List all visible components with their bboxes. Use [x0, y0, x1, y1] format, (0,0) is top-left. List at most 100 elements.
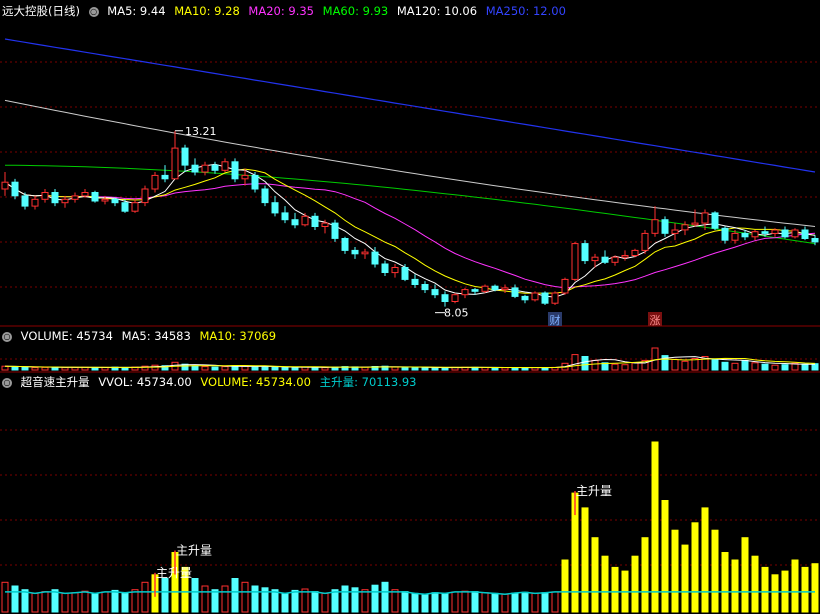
- collapse-icon[interactable]: ○: [2, 331, 12, 342]
- indicator-bar: [241, 581, 249, 613]
- candle-body: [601, 256, 609, 263]
- indicator-bar: [471, 591, 479, 613]
- indicator-bar: [91, 592, 99, 613]
- candle-body: [271, 202, 279, 214]
- indicator-bar: [701, 507, 709, 613]
- indicator-bar: [561, 559, 569, 613]
- candle-body: [321, 222, 329, 228]
- candle-body: [711, 212, 719, 229]
- indicator-zsl: 主升量: 70113.93: [319, 375, 417, 389]
- volume-bar: [781, 364, 789, 371]
- volume-bar: [571, 354, 579, 371]
- indicator-bar: [281, 592, 289, 613]
- event-marker-label: 涨: [650, 314, 661, 327]
- indicator-bar: [161, 578, 169, 613]
- indicator-bar: [461, 590, 469, 613]
- signal-label: 主升量: [176, 544, 212, 558]
- candle-body: [811, 238, 819, 243]
- candle-body: [591, 256, 599, 262]
- ma20-legend: MA20: 9.35: [248, 4, 314, 18]
- indicator-bar: [711, 529, 719, 613]
- indicator-bar: [201, 585, 209, 613]
- candle-body: [651, 219, 659, 234]
- volume-bar: [731, 362, 739, 371]
- indicator-bar: [61, 592, 69, 613]
- indicator-bar: [131, 589, 139, 613]
- indicator-bar: [381, 581, 389, 613]
- candle-body: [551, 292, 559, 304]
- volume-bar: [321, 367, 329, 371]
- volume-bar: [631, 362, 639, 371]
- indicator-bar: [721, 552, 729, 613]
- candle-body: [111, 198, 119, 204]
- indicator-bar: [501, 593, 509, 613]
- candle-body: [61, 198, 69, 204]
- candle-body: [41, 192, 49, 200]
- volume-bar: [41, 366, 49, 371]
- volume-bar: [741, 359, 749, 371]
- candle-body: [671, 229, 679, 234]
- indicator-bar: [421, 593, 429, 613]
- indicator-bar: [541, 592, 549, 613]
- candle-body: [621, 255, 629, 258]
- candle-body: [261, 188, 269, 204]
- candle-body: [31, 198, 39, 207]
- candle-body: [341, 238, 349, 251]
- candle-body: [231, 161, 239, 180]
- signal-label: 主升量: [156, 566, 192, 580]
- indicator-bar: [411, 592, 419, 613]
- candle-body: [131, 202, 139, 212]
- indicator-bar: [771, 574, 779, 613]
- indicator-bar: [111, 589, 119, 613]
- candle-body: [451, 294, 459, 303]
- candle-body: [351, 249, 359, 255]
- candle-body: [291, 219, 299, 226]
- candle-body: [701, 212, 709, 224]
- candle-body: [201, 164, 209, 173]
- volume-bar: [591, 359, 599, 371]
- candle-body: [91, 192, 99, 202]
- indicator-bar: [51, 589, 59, 613]
- indicator-bar: [271, 589, 279, 613]
- indicator-bar: [581, 507, 589, 613]
- indicator-bar: [641, 537, 649, 613]
- indicator-bar: [361, 589, 369, 613]
- candle-body: [751, 231, 759, 238]
- volume-bar: [91, 367, 99, 371]
- volume-bar: [61, 367, 69, 371]
- signal-label: 主升量: [576, 484, 612, 498]
- volume-bar: [501, 367, 509, 371]
- indicator-bar: [81, 590, 89, 613]
- low-price-label: 8.05: [444, 307, 469, 320]
- indicator-bar: [101, 591, 109, 613]
- candle-body: [331, 222, 339, 239]
- candle-body: [71, 195, 79, 200]
- candle-body: [471, 289, 479, 292]
- indicator-legend: ○ 超音速主升量 VVOL: 45734.00 VOLUME: 45734.00…: [2, 374, 422, 390]
- indicator-bar: [321, 592, 329, 613]
- event-marker-label: 财: [550, 313, 561, 327]
- ma5-line: [4, 163, 816, 298]
- ma10-line: [4, 168, 816, 294]
- indicator-bar: [691, 522, 699, 613]
- kline-chart[interactable]: 13.218.05财 涨主升量主升量主升量: [0, 0, 820, 614]
- candle-body: [801, 229, 809, 239]
- volume-bar: [581, 356, 589, 371]
- indicator-bar: [671, 529, 679, 613]
- candle-body: [461, 289, 469, 296]
- candle-body: [531, 292, 539, 301]
- indicator-bar: [341, 585, 349, 613]
- candle-body: [441, 294, 449, 303]
- candle-body: [741, 232, 749, 238]
- candle-body: [421, 284, 429, 291]
- indicator-bar: [491, 592, 499, 613]
- volume-bar: [771, 364, 779, 371]
- collapse-icon[interactable]: ○: [2, 377, 12, 388]
- indicator-bar: [331, 589, 339, 613]
- candle-body: [181, 147, 189, 166]
- volume-bar: [211, 366, 219, 371]
- indicator-bar: [371, 584, 379, 613]
- volume-bar: [281, 367, 289, 371]
- indicator-bar: [521, 591, 529, 613]
- collapse-icon[interactable]: ○: [88, 6, 99, 17]
